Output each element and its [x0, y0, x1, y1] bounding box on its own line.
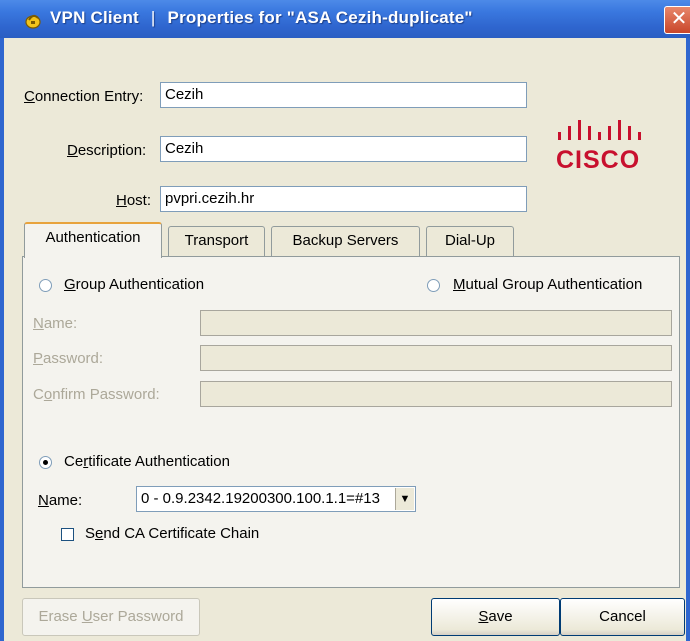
- mnemonic: N: [38, 492, 49, 509]
- label-text: ame:: [43, 315, 78, 332]
- label-text: ost:: [126, 192, 152, 209]
- label-text: ave: [488, 608, 513, 625]
- group-confirm-password-input[interactable]: [200, 381, 672, 407]
- window-title-text: Properties for "ASA Cezih-duplicate": [167, 8, 473, 27]
- connection-entry-input[interactable]: Cezih: [160, 82, 527, 108]
- window-border-right: [686, 38, 690, 641]
- title-separator: |: [150, 8, 156, 27]
- mnemonic: G: [64, 276, 76, 293]
- host-input[interactable]: pvpri.cezih.hr: [160, 186, 527, 212]
- send-ca-chain-checkbox[interactable]: [61, 528, 74, 541]
- tab-dial-up[interactable]: Dial-Up: [426, 226, 514, 256]
- window-title: VPN Client | Properties for "ASA Cezih-dup…: [50, 8, 473, 28]
- mnemonic: H: [116, 192, 127, 209]
- description-input[interactable]: Cezih: [160, 136, 527, 162]
- label-text: Ce: [64, 453, 84, 470]
- tab-backup-servers[interactable]: Backup Servers: [271, 226, 420, 256]
- label-text: Erase: [38, 608, 82, 625]
- label-text: S: [85, 525, 96, 542]
- tab-transport[interactable]: Transport: [168, 226, 265, 256]
- certificate-name-dropdown[interactable]: 0 - 0.9.2342.19200300.100.1.1=#13 ▼: [136, 486, 416, 512]
- vpn-lock-icon: [25, 14, 41, 29]
- certificate-name-label: Name:: [38, 492, 82, 509]
- connection-entry-label: Connection Entry:: [24, 88, 143, 105]
- group-password-input[interactable]: [200, 345, 672, 371]
- label-text: C: [33, 386, 44, 403]
- mnemonic: U: [81, 608, 93, 625]
- mnemonic: S: [478, 608, 489, 625]
- label-text: utual Group Authentication: [465, 276, 643, 293]
- mnemonic: C: [24, 88, 35, 105]
- label-text: nd CA Certificate Chain: [103, 525, 260, 542]
- label-text: ame:: [48, 492, 83, 509]
- cisco-logo-text: CISCO: [556, 146, 641, 174]
- certificate-auth-radio[interactable]: [39, 456, 52, 469]
- mutual-auth-label[interactable]: Mutual Group Authentication: [453, 276, 642, 293]
- app-name: VPN Client: [50, 8, 139, 27]
- cancel-button[interactable]: Cancel: [560, 598, 685, 636]
- group-password-label: Password:: [33, 350, 103, 367]
- certificate-name-value: 0 - 0.9.2342.19200300.100.1.1=#13: [141, 490, 380, 507]
- title-bar: VPN Client | Properties for "ASA Cezih-dup…: [0, 0, 690, 38]
- label-text: tificate Authentication: [88, 453, 230, 470]
- mnemonic: M: [453, 276, 466, 293]
- group-name-label: Name:: [33, 315, 77, 332]
- group-confirm-password-label: Confirm Password:: [33, 386, 160, 403]
- label-text: ser Password: [92, 608, 184, 625]
- group-auth-label[interactable]: Group Authentication: [64, 276, 204, 293]
- certificate-auth-label[interactable]: Certificate Authentication: [64, 453, 230, 470]
- description-label: Description:: [67, 142, 146, 159]
- close-button[interactable]: ✕: [664, 6, 690, 34]
- label-text: nfirm Password:: [52, 386, 160, 403]
- group-name-input[interactable]: [200, 310, 672, 336]
- erase-user-password-button[interactable]: Erase User Password: [22, 598, 200, 636]
- chevron-down-icon[interactable]: ▼: [395, 488, 414, 510]
- window-border-left: [0, 38, 4, 641]
- group-auth-radio[interactable]: [39, 279, 52, 292]
- host-label: Host:: [116, 192, 151, 209]
- label-text: escription:: [77, 142, 147, 159]
- mnemonic: D: [67, 142, 78, 159]
- label-text: roup Authentication: [75, 276, 205, 293]
- mutual-auth-radio[interactable]: [427, 279, 440, 292]
- send-ca-chain-label[interactable]: Send CA Certificate Chain: [85, 525, 259, 542]
- mnemonic: o: [43, 386, 53, 403]
- mnemonic: P: [33, 350, 44, 367]
- mnemonic: N: [33, 315, 44, 332]
- tab-authentication[interactable]: Authentication: [24, 222, 162, 258]
- cisco-logo: CISCO: [556, 118, 666, 182]
- save-button[interactable]: Save: [431, 598, 560, 636]
- label-text: onnection Entry:: [34, 88, 144, 105]
- label-text: assword:: [43, 350, 104, 367]
